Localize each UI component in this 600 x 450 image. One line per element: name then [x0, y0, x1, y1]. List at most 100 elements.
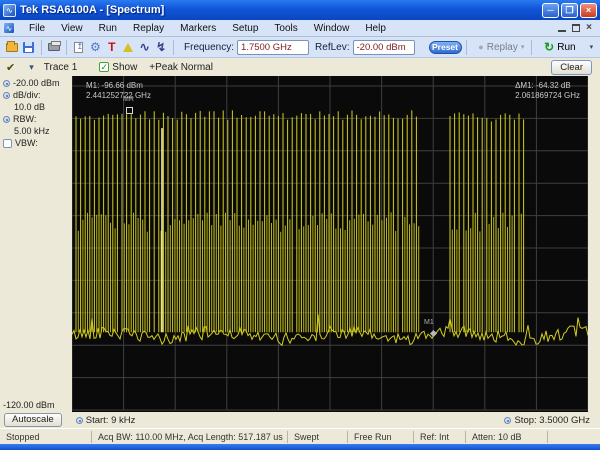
menu-run[interactable]: Run	[91, 22, 125, 35]
status-trigger-mode: Free Run	[348, 430, 414, 443]
app-icon: ∿	[3, 3, 16, 17]
knob-icon[interactable]	[3, 79, 10, 87]
menu-bar: ∿ File View Run Replay Markers Setup Too…	[0, 20, 600, 37]
vertical-settings-panel: -20.00 dBm dB/div: 10.0 dB RBW: 5.00 kHz…	[0, 76, 72, 412]
menu-file[interactable]: File	[21, 22, 53, 35]
peak-marker-icon[interactable]	[122, 40, 134, 55]
run-dropdown-icon[interactable]: ▾	[590, 43, 594, 51]
start-frequency[interactable]: Start: 9 kHz	[75, 415, 136, 426]
bottom-level-value: -120.00 dBm	[3, 400, 55, 410]
frequency-span-row: Autoscale Start: 9 kHz Stop: 3.5000 GHz	[0, 412, 600, 428]
save-icon[interactable]	[22, 40, 35, 55]
mdi-window-controls: ×	[558, 23, 600, 33]
ref-level-row[interactable]: -20.00 dBm	[0, 76, 72, 88]
clear-button[interactable]: Clear	[551, 59, 592, 75]
frequency-input[interactable]	[237, 39, 310, 55]
menu-tools[interactable]: Tools	[266, 22, 305, 35]
print-icon[interactable]	[47, 40, 61, 55]
minimize-button[interactable]: ─	[542, 2, 559, 18]
text-marker-icon[interactable]: T	[106, 40, 118, 55]
run-icon: ↻	[544, 40, 555, 54]
knob-icon[interactable]	[504, 416, 512, 424]
m1-level: M1: -96.66 dBm	[86, 81, 143, 90]
document-icon: ∿	[3, 22, 15, 34]
status-attenuation: Atten: 10 dB	[466, 430, 548, 443]
trace-bar: ✔ ▾ Trace 1 ✓ Show +Peak Normal Clear	[0, 58, 600, 76]
window-title: Tek RSA6100A - [Spectrum]	[20, 4, 165, 16]
show-label: Show	[112, 61, 138, 73]
status-acquisition: Acq BW: 110.00 MHz, Acq Length: 517.187 …	[92, 430, 288, 443]
title-bar: ∿ Tek RSA6100A - [Spectrum] ─ ❒ ×	[0, 0, 600, 20]
mr-marker-icon[interactable]	[126, 107, 133, 115]
toolbar-separator	[66, 39, 67, 55]
trace-enabled-check-icon[interactable]: ✔	[6, 61, 15, 74]
trace-name[interactable]: Trace 1	[44, 62, 78, 73]
window-bottom-border	[0, 444, 600, 450]
menu-help[interactable]: Help	[357, 22, 394, 35]
trace-select-chevron-icon[interactable]: ▾	[29, 62, 34, 73]
db-div-value[interactable]: 10.0 dB	[0, 102, 72, 112]
toolbar-separator	[465, 39, 467, 55]
toolbar: ⚙ T ∿ ↯ Frequency: RefLev: Preset ● Repl…	[0, 37, 600, 58]
mr-marker-label: MR	[123, 96, 134, 104]
marker-m1-readout: M1: -96.66 dBm 2.441252722 GHz	[86, 81, 151, 101]
autoscale-button[interactable]: Autoscale	[4, 413, 62, 427]
spectrum-plot[interactable]: M1: -96.66 dBm 2.441252722 GHz ΔM1: -64.…	[72, 76, 588, 412]
run-button[interactable]: ↻ Run	[544, 40, 575, 54]
vbw-row[interactable]: VBW:	[0, 136, 72, 148]
marker-delta-readout: ΔM1: -64.32 dB 2.061869724 GHz	[515, 81, 580, 101]
signal-analysis-icon[interactable]: ↯	[155, 40, 167, 55]
replay-dropdown-icon[interactable]: ▾	[521, 43, 525, 51]
mdi-restore-icon[interactable]	[572, 24, 581, 32]
menu-view[interactable]: View	[53, 22, 91, 35]
mdi-close-icon[interactable]: ×	[586, 23, 592, 33]
toolbar-separator	[531, 39, 533, 55]
replay-button[interactable]: ● Replay ▾	[478, 42, 527, 53]
knob-icon[interactable]	[3, 91, 10, 99]
open-icon[interactable]	[6, 40, 19, 55]
run-label: Run	[557, 41, 576, 53]
delta-m1-level: ΔM1: -64.32 dB	[515, 81, 571, 90]
db-div-label: dB/div:	[13, 90, 41, 100]
menu-window[interactable]: Window	[306, 22, 358, 35]
toolbar-separator	[40, 39, 42, 55]
m1-marker-label: M1	[424, 319, 434, 327]
status-reference: Ref: Int	[414, 430, 466, 443]
replay-dot-icon: ●	[478, 42, 484, 52]
menu-setup[interactable]: Setup	[224, 22, 266, 35]
restore-button[interactable]: ❒	[561, 2, 578, 18]
vbw-checkbox[interactable]	[3, 138, 12, 148]
reflev-label: RefLev:	[315, 41, 350, 53]
detection-mode-label: +Peak Normal	[149, 61, 213, 73]
frequency-label: Frequency:	[184, 41, 235, 53]
knob-icon[interactable]	[3, 115, 10, 123]
trace-icon[interactable]: ∿	[138, 40, 150, 55]
close-button[interactable]: ×	[580, 2, 597, 18]
knob-icon[interactable]	[75, 416, 83, 424]
rbw-value[interactable]: 5.00 kHz	[0, 126, 72, 136]
spectrum-trace-svg	[72, 76, 588, 411]
delta-m1-frequency: 2.061869724 GHz	[515, 91, 580, 100]
reflev-input[interactable]	[352, 39, 415, 55]
mdi-minimize-icon[interactable]	[558, 24, 567, 32]
vbw-label: VBW:	[15, 138, 38, 148]
db-div-row[interactable]: dB/div:	[0, 88, 72, 100]
toolbar-separator	[173, 39, 174, 55]
ref-level-value[interactable]: -20.00 dBm	[13, 78, 60, 88]
settings-gear-icon[interactable]: ⚙	[89, 40, 101, 55]
rbw-row[interactable]: RBW:	[0, 112, 72, 124]
menu-markers[interactable]: Markers	[172, 22, 224, 35]
show-checkbox[interactable]: ✓	[99, 62, 110, 72]
stop-frequency-label[interactable]: Stop: 3.5000 GHz	[514, 415, 590, 426]
replay-label: Replay	[486, 41, 518, 53]
m1-frequency: 2.441252722 GHz	[86, 91, 151, 100]
export-icon[interactable]	[73, 40, 85, 55]
start-frequency-label[interactable]: Start: 9 kHz	[86, 415, 136, 426]
stop-frequency[interactable]: Stop: 3.5000 GHz	[504, 415, 590, 426]
rbw-label: RBW:	[13, 114, 37, 124]
status-run-state: Stopped	[0, 430, 92, 443]
preset-button[interactable]: Preset	[428, 40, 462, 54]
status-bar: Stopped Acq BW: 110.00 MHz, Acq Length: …	[0, 428, 600, 444]
status-sweep-mode: Swept	[288, 430, 348, 443]
menu-replay[interactable]: Replay	[125, 22, 172, 35]
